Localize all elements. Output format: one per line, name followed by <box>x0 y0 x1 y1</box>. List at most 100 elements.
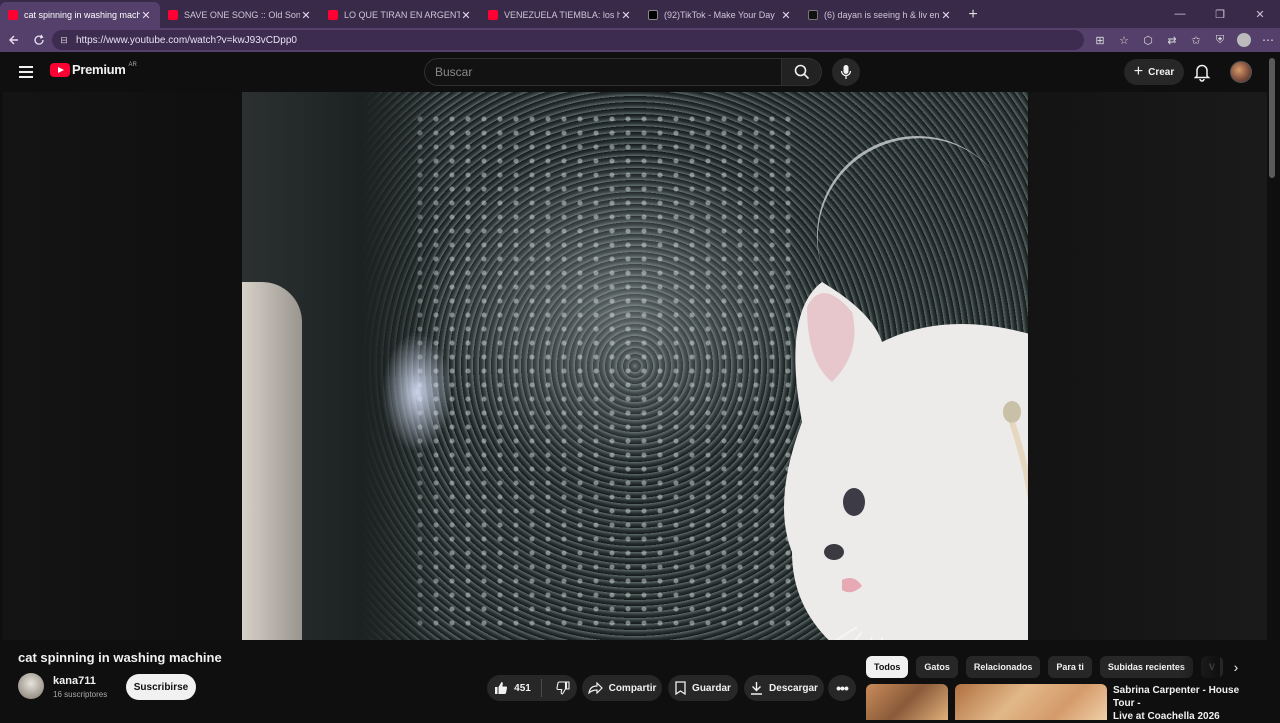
video-player[interactable] <box>3 92 1267 640</box>
address-bar-row: ⊟ https://www.youtube.com/watch?v=kwJ93v… <box>0 28 1280 52</box>
tiktok-favicon-icon <box>648 10 658 20</box>
video-frame[interactable] <box>242 92 1028 640</box>
youtube-favicon-icon <box>488 10 498 20</box>
share-icon <box>587 682 603 694</box>
close-icon[interactable]: ✕ <box>140 9 152 22</box>
chip-gatos[interactable]: Gatos <box>916 656 958 678</box>
channel-name[interactable]: kana711 <box>53 675 96 687</box>
recommendation-chips: Todos Gatos Relacionados Para ti Subidas… <box>866 656 1223 678</box>
new-tab-button[interactable]: + <box>960 2 986 28</box>
close-icon[interactable]: ✕ <box>300 9 312 22</box>
channel-avatar[interactable] <box>18 673 44 699</box>
split-screen-icon[interactable]: ⇄ <box>1160 34 1184 47</box>
recommendation-thumbnail[interactable] <box>955 684 1107 720</box>
tab-title: SAVE ONE SONG :: Old Song vs New Song <box>184 10 300 20</box>
shield-icon[interactable]: ⛨ <box>1208 34 1232 47</box>
tab-strip: cat spinning in washing machine - YouTub… <box>0 0 1280 28</box>
back-arrow-icon[interactable] <box>0 28 26 52</box>
window-controls: — ❐ ✕ <box>1160 0 1280 28</box>
share-button[interactable]: Compartir <box>582 675 662 701</box>
app-icon[interactable]: ⊞ <box>1088 34 1112 47</box>
light-reflection <box>382 332 452 452</box>
download-button[interactable]: Descargar <box>744 675 824 701</box>
favorites-icon[interactable]: ✩ <box>1184 34 1208 47</box>
create-button[interactable]: + Crear <box>1124 59 1184 85</box>
youtube-favicon-icon <box>328 10 338 20</box>
youtube-favicon-icon <box>8 10 18 20</box>
tab-title: VENEZUELA TIEMBLA: los héroes de <box>504 10 620 20</box>
more-actions-button[interactable]: ••• <box>828 675 856 701</box>
minimize-icon[interactable]: — <box>1160 0 1200 28</box>
tab-title: cat spinning in washing machine - YouTub… <box>24 10 140 20</box>
chip-fade <box>1180 656 1220 678</box>
tab-5[interactable]: (92)TikTok - Make Your Day ✕ <box>640 2 800 28</box>
save-button[interactable]: Guardar <box>668 675 738 701</box>
recommendation-title[interactable]: Sabrina Carpenter - House Tour - Live at… <box>1113 684 1263 723</box>
like-count: 451 <box>514 682 531 694</box>
like-button[interactable]: 451 <box>494 679 542 697</box>
scrollbar-thumb[interactable] <box>1269 58 1275 178</box>
site-info-icon[interactable]: ⊟ <box>58 34 70 46</box>
youtube-favicon-icon <box>168 10 178 20</box>
chip-todos[interactable]: Todos <box>866 656 909 678</box>
browser-window: cat spinning in washing machine - YouTub… <box>0 0 1280 723</box>
save-label: Guardar <box>692 682 731 694</box>
search-box <box>424 58 782 86</box>
page-scrollbar[interactable] <box>1268 58 1276 718</box>
url-text: https://www.youtube.com/watch?v=kwJ93vCD… <box>76 34 297 46</box>
search-button[interactable] <box>782 58 822 86</box>
subscriber-count: 16 suscriptores <box>53 690 108 699</box>
url-field[interactable]: ⊟ https://www.youtube.com/watch?v=kwJ93v… <box>52 30 1084 50</box>
tab-4[interactable]: VENEZUELA TIEMBLA: los héroes de ✕ <box>480 2 640 28</box>
account-avatar[interactable] <box>1230 61 1252 83</box>
drum-holes-pattern <box>412 112 792 632</box>
download-label: Descargar <box>769 682 818 694</box>
youtube-header: Premium AR + Crear <box>0 52 1280 92</box>
subscribe-button[interactable]: Suscribirse <box>126 674 196 700</box>
tab-1[interactable]: cat spinning in washing machine - YouTub… <box>0 2 160 28</box>
recommendation-title-line: Live at Coachella 2026 <box>1113 711 1220 722</box>
extensions-toolbar: ⊞ ☆ ⬡ ⇄ ✩ ⛨ <box>1088 28 1256 52</box>
close-icon[interactable]: ✕ <box>460 9 472 22</box>
thumbs-down-icon <box>556 681 570 695</box>
favorite-star-icon[interactable]: ☆ <box>1112 34 1136 47</box>
create-label: Crear <box>1148 66 1175 78</box>
tab-2[interactable]: SAVE ONE SONG :: Old Song vs New Song ✕ <box>160 2 320 28</box>
menu-icon[interactable] <box>16 62 36 82</box>
chip-relacionados[interactable]: Relacionados <box>965 656 1041 678</box>
notifications-bell-icon[interactable] <box>1193 62 1211 82</box>
microphone-icon <box>840 65 852 79</box>
person-sleeve <box>242 282 302 640</box>
search-input[interactable] <box>435 65 781 79</box>
restore-icon[interactable]: ❐ <box>1200 0 1240 28</box>
chevron-right-icon[interactable]: › <box>1226 656 1246 678</box>
close-window-icon[interactable]: ✕ <box>1240 0 1280 28</box>
dislike-button[interactable] <box>548 681 570 695</box>
youtube-logo[interactable]: Premium AR <box>50 62 137 77</box>
close-icon[interactable]: ✕ <box>620 9 632 22</box>
x-favicon-icon <box>808 10 818 20</box>
tab-6[interactable]: (6) dayan is seeing h & liv en X: "I ✕ <box>800 2 960 28</box>
browser-menu-icon[interactable]: ⋯ <box>1262 28 1274 52</box>
profile-icon[interactable] <box>1237 33 1251 47</box>
thumbs-up-icon <box>495 682 508 694</box>
youtube-play-icon <box>50 62 70 77</box>
close-icon[interactable]: ✕ <box>940 9 952 22</box>
tab-3[interactable]: LO QUE TIRAN EN ARGENTINA EN ✕ <box>320 2 480 28</box>
chip-subidas-recientes[interactable]: Subidas recientes <box>1099 656 1193 678</box>
video-title: cat spinning in washing machine <box>18 650 222 665</box>
reload-icon[interactable] <box>26 28 52 52</box>
tab-title: LO QUE TIRAN EN ARGENTINA EN <box>344 10 460 20</box>
extensions-icon[interactable]: ⬡ <box>1136 34 1160 47</box>
plus-icon: + <box>1133 63 1144 80</box>
cat-image <box>784 282 1028 640</box>
logo-text: Premium <box>72 62 126 77</box>
recommendation-title-line: Sabrina Carpenter - House Tour - <box>1113 685 1240 709</box>
voice-search-button[interactable] <box>832 58 860 86</box>
download-icon <box>751 682 763 695</box>
recommendation-thumbnail[interactable] <box>866 684 948 720</box>
chip-para-ti[interactable]: Para ti <box>1048 656 1092 678</box>
region-code: AR <box>128 61 137 68</box>
bookmark-icon <box>675 681 686 695</box>
close-icon[interactable]: ✕ <box>780 9 792 22</box>
